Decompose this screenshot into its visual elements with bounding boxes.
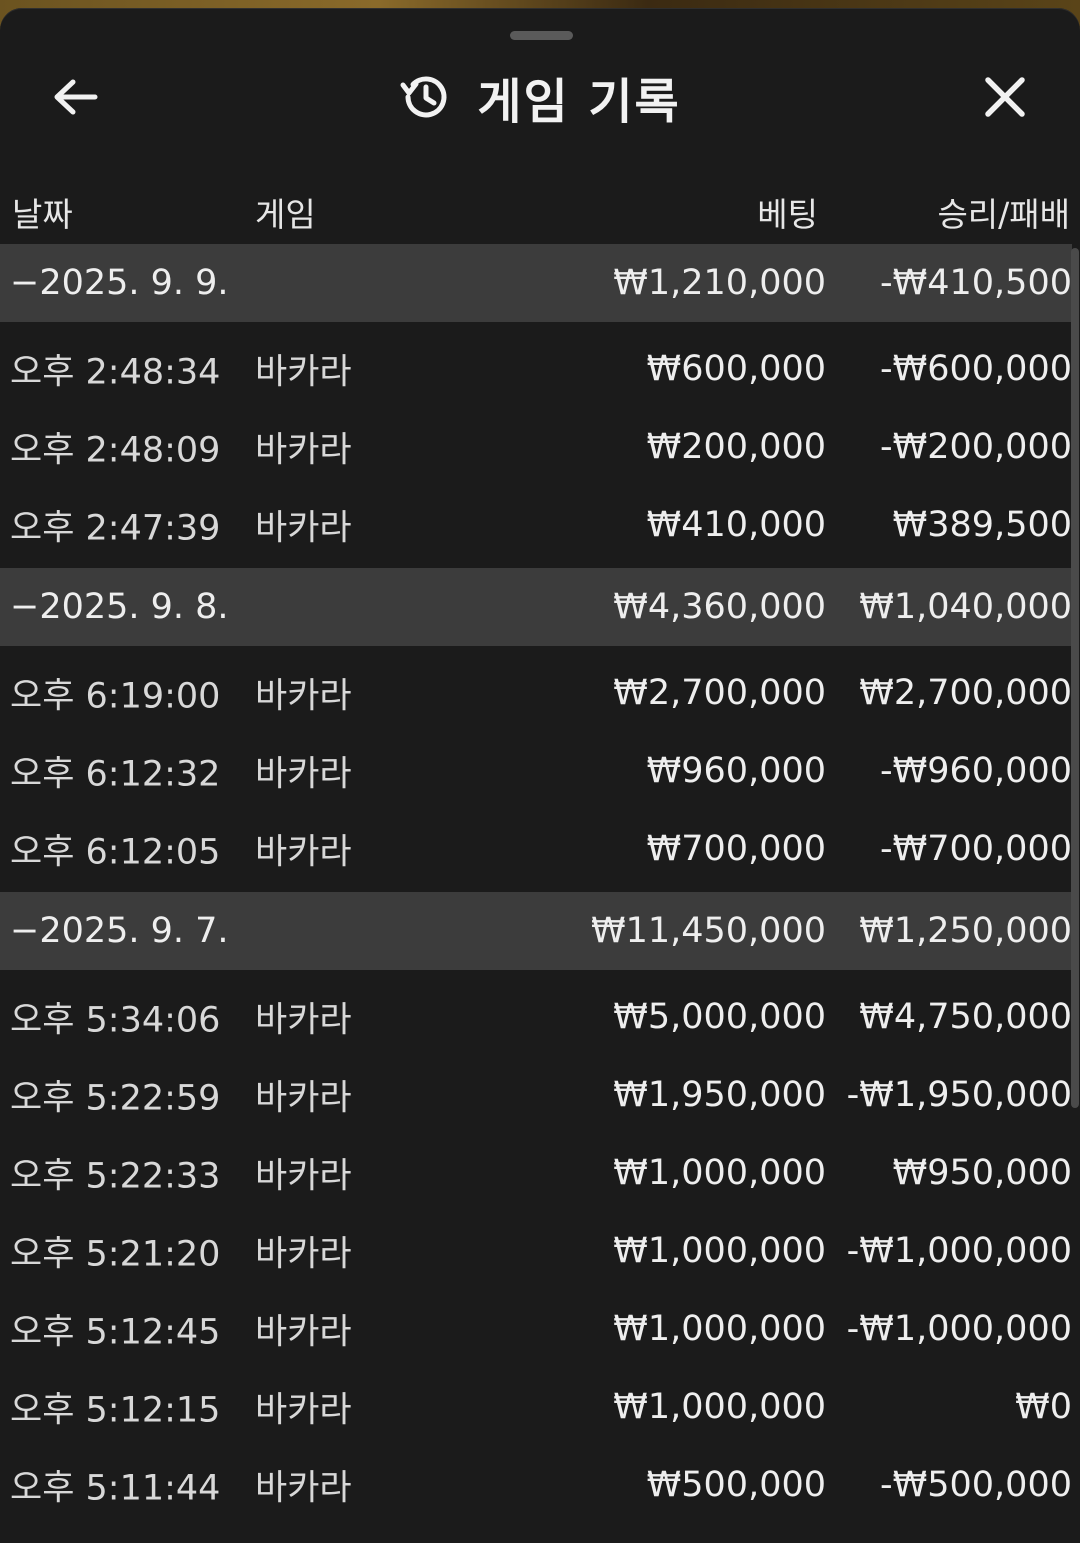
column-header-date: 날짜 <box>12 195 73 234</box>
row-game: 바카라 <box>255 1078 352 1119</box>
row-game: 바카라 <box>255 754 352 795</box>
day-winloss-total: -₩410,500 <box>880 263 1072 303</box>
row-time: 오후 6:12:32 <box>10 754 221 795</box>
table-row[interactable]: 오후 5:22:33 바카라 ₩1,000,000 ₩950,000 <box>0 1134 1072 1212</box>
day-bet-total: ₩4,360,000 <box>613 587 826 627</box>
row-bet: ₩960,000 <box>646 751 826 791</box>
row-winloss: ₩389,500 <box>892 505 1072 545</box>
page-title: 게임 기록 <box>477 74 681 130</box>
row-bet: ₩1,000,000 <box>613 1387 826 1427</box>
close-icon <box>985 77 1025 117</box>
row-game: 바카라 <box>255 832 352 873</box>
column-header-winloss: 승리/패배 <box>937 195 1070 234</box>
column-headers: 날짜 게임 베팅 승리/패배 <box>0 178 1080 242</box>
table-row[interactable]: 오후 5:11:44 바카라 ₩500,000 -₩500,000 <box>0 1446 1072 1524</box>
row-bet: ₩500,000 <box>646 1465 826 1505</box>
row-time: 오후 5:22:33 <box>10 1156 221 1197</box>
row-bet: ₩2,700,000 <box>613 673 826 713</box>
row-winloss: -₩600,000 <box>880 349 1072 389</box>
row-winloss: ₩2,700,000 <box>859 673 1072 713</box>
row-time: 오후 2:48:09 <box>10 430 221 471</box>
day-date: −2025. 9. 9. <box>10 263 229 303</box>
column-header-bet: 베팅 <box>757 195 818 234</box>
row-bet: ₩5,000,000 <box>613 997 826 1037</box>
row-time: 오후 5:21:20 <box>10 1234 221 1275</box>
table-row[interactable]: 오후 5:34:06 바카라 ₩5,000,000 ₩4,750,000 <box>0 978 1072 1056</box>
history-clock-icon <box>400 76 447 118</box>
table-row[interactable]: 오후 6:12:05 바카라 ₩700,000 -₩700,000 <box>0 810 1072 888</box>
row-bet: ₩1,000,000 <box>613 1231 826 1271</box>
row-time: 오후 5:22:59 <box>10 1078 221 1119</box>
row-bet: ₩410,000 <box>646 505 826 545</box>
row-bet: ₩600,000 <box>646 349 826 389</box>
row-game: 바카라 <box>255 1156 352 1197</box>
row-winloss: ₩950,000 <box>892 1153 1072 1193</box>
row-time: 오후 5:12:15 <box>10 1390 221 1431</box>
row-winloss: -₩1,000,000 <box>846 1231 1072 1271</box>
day-bet-total: ₩1,210,000 <box>613 263 826 303</box>
row-time: 오후 5:12:45 <box>10 1312 221 1353</box>
row-game: 바카라 <box>255 1000 352 1041</box>
row-winloss: ₩0 <box>1015 1387 1072 1427</box>
table-row[interactable]: 오후 5:22:59 바카라 ₩1,950,000 -₩1,950,000 <box>0 1056 1072 1134</box>
day-winloss-total: ₩1,250,000 <box>859 911 1072 951</box>
row-winloss: -₩500,000 <box>880 1465 1072 1505</box>
close-button[interactable] <box>970 62 1040 132</box>
scrollbar[interactable] <box>1071 248 1079 1108</box>
row-time: 오후 2:48:34 <box>10 352 221 393</box>
back-button[interactable] <box>40 62 110 132</box>
day-group-header[interactable]: −2025. 9. 7. ₩11,450,000 ₩1,250,000 <box>0 892 1072 970</box>
row-bet: ₩200,000 <box>646 427 826 467</box>
row-time: 오후 6:19:00 <box>10 676 221 717</box>
row-winloss: -₩960,000 <box>880 751 1072 791</box>
row-bet: ₩1,000,000 <box>613 1309 826 1349</box>
table-row[interactable]: 오후 6:19:00 바카라 ₩2,700,000 ₩2,700,000 <box>0 654 1072 732</box>
back-arrow-icon <box>54 79 98 115</box>
history-list[interactable]: −2025. 9. 9. ₩1,210,000 -₩410,500 오후 2:4… <box>0 244 1072 1524</box>
day-bet-total: ₩11,450,000 <box>590 911 826 951</box>
day-group-header[interactable]: −2025. 9. 8. ₩4,360,000 ₩1,040,000 <box>0 568 1072 646</box>
table-row[interactable]: 오후 5:12:15 바카라 ₩1,000,000 ₩0 <box>0 1368 1072 1446</box>
row-time: 오후 2:47:39 <box>10 508 221 549</box>
row-game: 바카라 <box>255 1234 352 1275</box>
column-header-game: 게임 <box>255 195 316 234</box>
sheet-drag-handle[interactable] <box>510 31 573 40</box>
row-game: 바카라 <box>255 676 352 717</box>
row-game: 바카라 <box>255 1390 352 1431</box>
row-game: 바카라 <box>255 508 352 549</box>
table-row[interactable]: 오후 6:12:32 바카라 ₩960,000 -₩960,000 <box>0 732 1072 810</box>
row-winloss: -₩1,000,000 <box>846 1309 1072 1349</box>
row-winloss: -₩1,950,000 <box>846 1075 1072 1115</box>
day-date: −2025. 9. 7. <box>10 911 229 951</box>
row-bet: ₩1,950,000 <box>613 1075 826 1115</box>
row-time: 오후 5:34:06 <box>10 1000 221 1041</box>
day-date: −2025. 9. 8. <box>10 587 229 627</box>
table-row[interactable]: 오후 2:48:09 바카라 ₩200,000 -₩200,000 <box>0 408 1072 486</box>
table-row[interactable]: 오후 5:12:45 바카라 ₩1,000,000 -₩1,000,000 <box>0 1290 1072 1368</box>
row-bet: ₩1,000,000 <box>613 1153 826 1193</box>
table-row[interactable]: 오후 5:21:20 바카라 ₩1,000,000 -₩1,000,000 <box>0 1212 1072 1290</box>
row-time: 오후 6:12:05 <box>10 832 221 873</box>
row-game: 바카라 <box>255 1468 352 1509</box>
row-time: 오후 5:11:44 <box>10 1468 221 1509</box>
row-game: 바카라 <box>255 352 352 393</box>
table-row[interactable]: 오후 2:48:34 바카라 ₩600,000 -₩600,000 <box>0 330 1072 408</box>
game-history-sheet: 게임 기록 날짜 게임 베팅 승리/패배 −2025. 9. 9. ₩1,210… <box>0 8 1080 1543</box>
table-row[interactable]: 오후 2:47:39 바카라 ₩410,000 ₩389,500 <box>0 486 1072 564</box>
row-winloss: -₩700,000 <box>880 829 1072 869</box>
day-group-header[interactable]: −2025. 9. 9. ₩1,210,000 -₩410,500 <box>0 244 1072 322</box>
row-winloss: ₩4,750,000 <box>859 997 1072 1037</box>
row-game: 바카라 <box>255 430 352 471</box>
day-winloss-total: ₩1,040,000 <box>859 587 1072 627</box>
row-game: 바카라 <box>255 1312 352 1353</box>
row-winloss: -₩200,000 <box>880 427 1072 467</box>
row-bet: ₩700,000 <box>646 829 826 869</box>
sheet-header: 게임 기록 <box>0 52 1080 142</box>
